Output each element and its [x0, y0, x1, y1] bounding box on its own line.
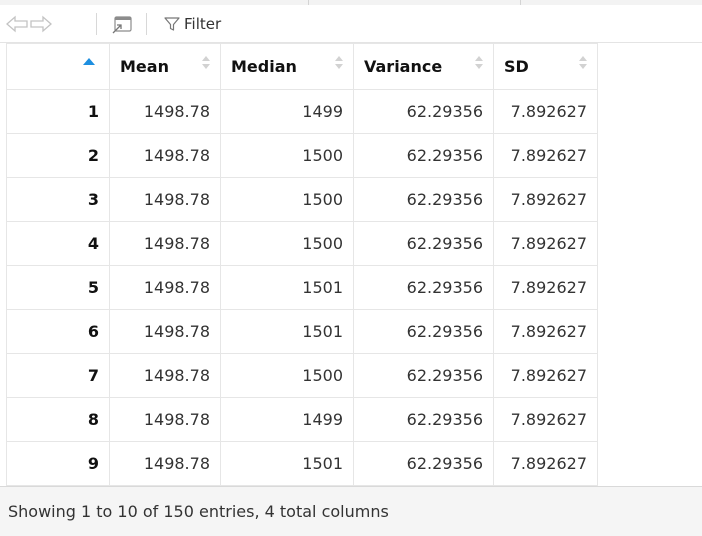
popout-window-icon	[112, 16, 132, 34]
cell-sd: 7.892627	[493, 397, 598, 442]
column-header-sd[interactable]: SD	[493, 43, 598, 90]
toolbar-divider	[96, 13, 97, 35]
column-header-label: Variance	[364, 57, 443, 76]
entries-status: Showing 1 to 10 of 150 entries, 4 total …	[8, 502, 389, 521]
cell-mean: 1498.78	[109, 397, 221, 442]
row-number: 2	[6, 133, 110, 178]
column-header-label: SD	[504, 57, 529, 76]
table-row: 6 1498.78 1501 62.29356 7.892627	[6, 309, 598, 354]
table-row: 1 1498.78 1499 62.29356 7.892627	[6, 89, 598, 134]
cell-sd: 7.892627	[493, 221, 598, 266]
back-button[interactable]	[4, 14, 30, 34]
cell-median: 1500	[220, 133, 354, 178]
table-footer: Showing 1 to 10 of 150 entries, 4 total …	[0, 486, 702, 536]
row-number: 5	[6, 265, 110, 310]
column-header-rownames[interactable]	[6, 43, 110, 90]
column-header-label: Median	[231, 57, 297, 76]
table-row: 5 1498.78 1501 62.29356 7.892627	[6, 265, 598, 310]
table-viewport[interactable]: Mean Median Variance SD 1 1498.78 1499 6…	[0, 43, 702, 486]
cell-mean: 1498.78	[109, 441, 221, 486]
data-table: Mean Median Variance SD 1 1498.78 1499 6…	[6, 43, 598, 486]
cell-median: 1500	[220, 221, 354, 266]
cell-median: 1499	[220, 89, 354, 134]
sort-icon	[202, 56, 210, 70]
header-row: Mean Median Variance SD	[6, 43, 598, 90]
cell-variance: 62.29356	[353, 265, 494, 310]
table-row: 8 1498.78 1499 62.29356 7.892627	[6, 397, 598, 442]
cell-median: 1501	[220, 441, 354, 486]
row-number: 8	[6, 397, 110, 442]
sort-icon	[475, 56, 483, 70]
row-number: 4	[6, 221, 110, 266]
table-row: 4 1498.78 1500 62.29356 7.892627	[6, 221, 598, 266]
cell-mean: 1498.78	[109, 221, 221, 266]
column-header-label: Mean	[120, 57, 169, 76]
filter-label: Filter	[184, 15, 222, 33]
sort-icon	[579, 56, 587, 70]
row-number: 1	[6, 89, 110, 134]
cell-variance: 62.29356	[353, 353, 494, 398]
cell-variance: 62.29356	[353, 221, 494, 266]
cell-sd: 7.892627	[493, 133, 598, 178]
cell-median: 1500	[220, 177, 354, 222]
row-number: 9	[6, 441, 110, 486]
cell-median: 1500	[220, 353, 354, 398]
cell-median: 1501	[220, 265, 354, 310]
forward-button[interactable]	[28, 14, 54, 34]
cell-mean: 1498.78	[109, 177, 221, 222]
cell-sd: 7.892627	[493, 353, 598, 398]
viewer-toolbar: Filter	[0, 5, 702, 43]
cell-mean: 1498.78	[109, 309, 221, 354]
cell-median: 1501	[220, 309, 354, 354]
data-viewer: Filter Mean Median Variance SD 1 1498.78…	[0, 0, 702, 536]
table-row: 2 1498.78 1500 62.29356 7.892627	[6, 133, 598, 178]
column-header-variance[interactable]: Variance	[353, 43, 494, 90]
cell-median: 1499	[220, 397, 354, 442]
toolbar-divider	[146, 13, 147, 35]
cell-mean: 1498.78	[109, 265, 221, 310]
cell-variance: 62.29356	[353, 177, 494, 222]
popout-button[interactable]	[110, 14, 134, 36]
table-row: 7 1498.78 1500 62.29356 7.892627	[6, 353, 598, 398]
cell-variance: 62.29356	[353, 89, 494, 134]
cell-variance: 62.29356	[353, 397, 494, 442]
cell-sd: 7.892627	[493, 89, 598, 134]
cell-sd: 7.892627	[493, 177, 598, 222]
cell-sd: 7.892627	[493, 441, 598, 486]
row-number: 3	[6, 177, 110, 222]
forward-arrow-icon	[30, 15, 52, 33]
column-header-mean[interactable]: Mean	[109, 43, 221, 90]
sort-ascending-icon	[83, 58, 95, 65]
filter-funnel-icon	[164, 17, 180, 31]
filter-button[interactable]: Filter	[160, 11, 225, 37]
column-header-median[interactable]: Median	[220, 43, 354, 90]
table-row: 3 1498.78 1500 62.29356 7.892627	[6, 177, 598, 222]
sort-icon	[335, 56, 343, 70]
cell-mean: 1498.78	[109, 133, 221, 178]
cell-variance: 62.29356	[353, 441, 494, 486]
cell-variance: 62.29356	[353, 309, 494, 354]
row-number: 7	[6, 353, 110, 398]
cell-sd: 7.892627	[493, 309, 598, 354]
cell-sd: 7.892627	[493, 265, 598, 310]
row-number: 6	[6, 309, 110, 354]
cell-variance: 62.29356	[353, 133, 494, 178]
table-row: 9 1498.78 1501 62.29356 7.892627	[6, 441, 598, 486]
cell-mean: 1498.78	[109, 353, 221, 398]
back-arrow-icon	[6, 15, 28, 33]
cell-mean: 1498.78	[109, 89, 221, 134]
